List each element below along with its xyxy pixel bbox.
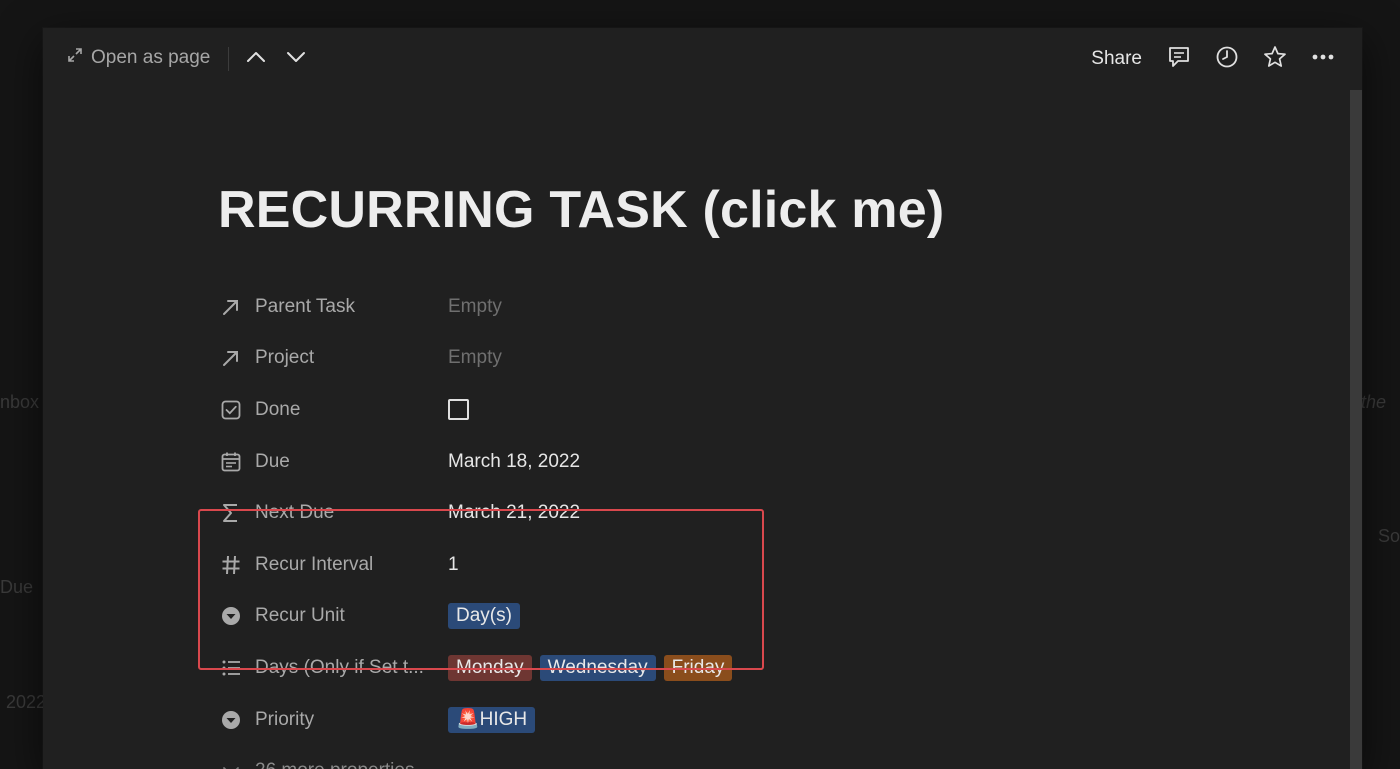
property-value-field[interactable]: Empty <box>448 296 502 318</box>
property-name-button[interactable]: Next Due <box>219 501 448 525</box>
previous-page-button[interactable] <box>243 46 269 72</box>
property-name-label: Project <box>255 347 315 369</box>
chevron-down-icon <box>286 50 306 69</box>
background-text: nbox <box>0 392 40 412</box>
updates-button[interactable] <box>1212 44 1242 74</box>
property-value-field <box>448 399 469 421</box>
ellipsis-icon <box>1310 44 1336 75</box>
comments-button[interactable] <box>1164 44 1194 74</box>
tag-days: Day(s) <box>448 603 520 630</box>
property-name-button[interactable]: Recur Unit <box>219 604 448 628</box>
toolbar-divider <box>228 47 229 71</box>
property-value-text: 1 <box>448 553 459 575</box>
property-row-parent-task: Parent Task Empty <box>219 281 1119 333</box>
property-row-due: Due March 18, 2022 <box>219 436 1119 488</box>
list-icon <box>219 656 243 680</box>
star-icon <box>1262 44 1288 75</box>
property-value-field[interactable]: Day(s) <box>448 603 520 630</box>
property-row-project: Project Empty <box>219 333 1119 385</box>
property-value-field[interactable]: 🚨HIGH <box>448 706 536 733</box>
property-name-label: Next Due <box>255 502 335 524</box>
property-name-label: Due <box>255 450 290 472</box>
sigma-icon <box>219 501 243 525</box>
relation-arrow-icon <box>219 346 243 370</box>
property-name-label: Done <box>255 398 301 420</box>
relation-arrow-icon <box>219 295 243 319</box>
comment-icon <box>1166 44 1192 75</box>
property-name-label: Parent Task <box>255 295 355 317</box>
chevron-up-icon <box>246 50 266 69</box>
calendar-icon <box>219 450 243 474</box>
background-text: So <box>1378 526 1400 546</box>
clock-icon <box>1214 44 1240 75</box>
tag-monday: Monday <box>448 654 532 681</box>
property-row-recur-unit: Recur Unit Day(s) <box>219 591 1119 643</box>
hash-icon <box>219 553 243 577</box>
modal-topbar: Open as page Share <box>43 28 1362 90</box>
checkbox-icon <box>219 398 243 422</box>
property-name-button[interactable]: Parent Task <box>219 295 448 319</box>
background-text: 2022 <box>6 692 47 712</box>
scrollbar[interactable] <box>1350 90 1362 769</box>
property-name-label: Recur Unit <box>255 605 345 627</box>
tag-high-priority: 🚨HIGH <box>448 706 536 733</box>
more-properties-label: 26 more properties <box>255 760 414 769</box>
select-icon <box>219 604 243 628</box>
select-icon <box>219 708 243 732</box>
expand-arrows-icon <box>67 47 83 69</box>
property-name-label: Priority <box>255 708 315 730</box>
property-name-button[interactable]: Done <box>219 398 448 422</box>
page-title[interactable]: RECURRING TASK (click me) <box>218 180 944 240</box>
topbar-actions: Share <box>1091 44 1338 74</box>
tag-wednesday: Wednesday <box>539 654 656 681</box>
property-value-field[interactable]: March 21, 2022 <box>448 502 580 524</box>
property-value-field[interactable]: 1 <box>448 554 459 576</box>
property-row-done: Done <box>219 384 1119 436</box>
property-name-button[interactable]: Recur Interval <box>219 553 448 577</box>
property-value-field[interactable]: March 18, 2022 <box>448 451 580 473</box>
background-text: Due <box>0 577 34 597</box>
more-properties-row: 26 more properties <box>219 745 1119 769</box>
property-name-label: Recur Interval <box>255 553 374 575</box>
property-row-recur-interval: Recur Interval 1 <box>219 539 1119 591</box>
property-row-priority: Priority 🚨HIGH <box>219 694 1119 746</box>
property-row-next-due: Next Due March 21, 2022 <box>219 487 1119 539</box>
done-checkbox[interactable] <box>448 399 469 421</box>
page-peek-modal: Open as page Share RECURRING TASK (click… <box>43 28 1362 769</box>
properties-list: Parent Task Empty Project Empty Done Due… <box>219 281 1119 769</box>
property-name-button[interactable]: Due <box>219 450 448 474</box>
property-value-text: Empty <box>448 347 502 369</box>
property-row-days: Days (Only if Set t... Monday Wednesday … <box>219 642 1119 694</box>
property-name-button[interactable]: Days (Only if Set t... <box>219 656 448 680</box>
open-as-page-button[interactable]: Open as page <box>67 47 210 69</box>
property-name-label: Days (Only if Set t... <box>255 656 424 678</box>
property-value-text: March 21, 2022 <box>448 502 581 524</box>
property-value-field[interactable]: Monday Wednesday Friday <box>448 654 733 681</box>
property-name-button[interactable]: Priority <box>219 708 448 732</box>
chevron-down-icon <box>219 759 243 769</box>
scrollbar-thumb[interactable] <box>1350 90 1362 769</box>
property-name-button[interactable]: Project <box>219 346 448 370</box>
property-value-field[interactable]: Empty <box>448 347 502 369</box>
tag-friday: Friday <box>663 654 733 681</box>
share-button[interactable]: Share <box>1091 48 1142 70</box>
more-options-button[interactable] <box>1308 44 1338 74</box>
property-value-text: March 18, 2022 <box>448 450 581 472</box>
next-page-button[interactable] <box>283 46 309 72</box>
open-as-page-label: Open as page <box>91 47 211 68</box>
more-properties-button[interactable]: 26 more properties <box>219 759 448 769</box>
property-value-text: Empty <box>448 295 502 317</box>
favorite-button[interactable] <box>1260 44 1290 74</box>
